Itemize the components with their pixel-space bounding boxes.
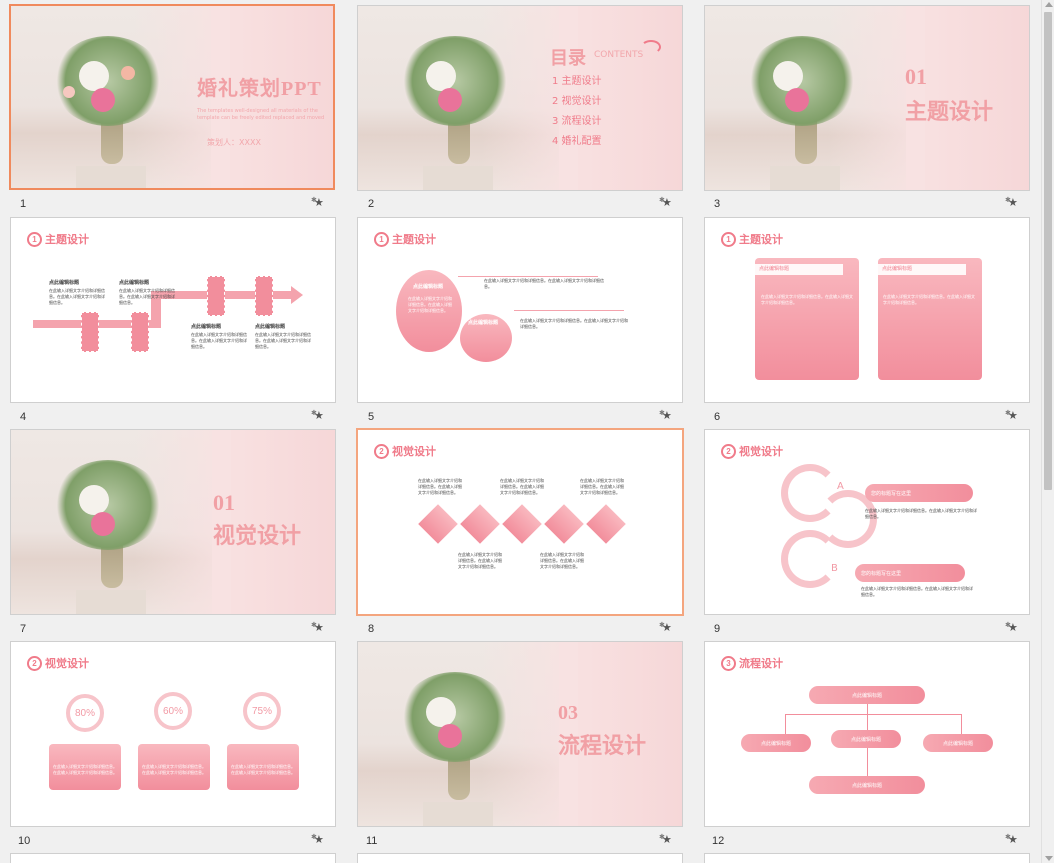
section-number-icon: 2 — [721, 443, 736, 459]
scrollbar-thumb[interactable] — [1044, 12, 1052, 490]
slide-number: 11 — [366, 835, 378, 847]
slide-thumbnail-8[interactable]: 2 视觉设计 在此输入详细文字介绍和详细信息。在此输入详细文字介绍和详细信息。 … — [356, 428, 684, 616]
section-number: 01 — [213, 490, 235, 515]
slide-number: 10 — [18, 835, 31, 847]
slide-thumbnail-2[interactable]: 目录 CONTENTS 1 主题设计 2 视觉设计 3 流程设计 4 婚礼配置 — [357, 5, 683, 191]
slide-thumbnail-15[interactable] — [704, 853, 1030, 863]
transition-star-icon[interactable]: ★ — [311, 196, 324, 209]
slide-thumbnail-4[interactable]: 1 主题设计 点此编辑标题 在此输入详细文字介绍和详细信息。在此输入详细文字介绍… — [10, 217, 336, 403]
slide-thumbnail-6[interactable]: 1 主题设计 点此编辑标题 点此编辑标题 在此输入详细文字介绍和详细信息。在此输… — [704, 217, 1030, 403]
toc-item: 3 流程设计 — [552, 116, 602, 127]
slide-thumbnail-7[interactable]: 01 视觉设计 — [10, 429, 336, 615]
slide-number: 1 — [20, 198, 27, 210]
slide-thumbnail-3[interactable]: 01 主题设计 — [704, 5, 1030, 191]
slide-number: 8 — [368, 623, 375, 635]
slide-number: 5 — [368, 411, 375, 423]
scroll-up-arrow-icon[interactable] — [1045, 2, 1053, 7]
section-title: 视觉设计 — [45, 657, 89, 670]
section-title: 视觉设计 — [392, 445, 436, 458]
slide-thumbnail-1[interactable]: 婚礼策划PPT The templates well-designed all … — [9, 4, 335, 190]
section-title: 视觉设计 — [213, 523, 302, 548]
percent-ring: 75% — [243, 692, 281, 730]
toc-item: 1 主题设计 — [552, 76, 602, 87]
section-title: 主题设计 — [739, 233, 783, 246]
scroll-down-arrow-icon[interactable] — [1045, 856, 1053, 861]
section-title: 流程设计 — [739, 657, 783, 670]
toc-item: 2 视觉设计 — [552, 96, 602, 107]
transition-star-icon[interactable]: ★ — [1005, 621, 1018, 634]
toc-item: 4 婚礼配置 — [552, 136, 602, 147]
section-title: 主题设计 — [392, 233, 436, 246]
transition-star-icon[interactable]: ★ — [1005, 833, 1018, 846]
slide-number: 4 — [20, 411, 27, 423]
slide-title: 婚礼策划PPT — [197, 78, 322, 100]
slide-number: 6 — [714, 411, 721, 423]
vertical-scrollbar[interactable] — [1041, 0, 1054, 863]
slide-number: 2 — [368, 198, 375, 210]
planner-text: 策划人：XXXX — [207, 138, 261, 147]
transition-star-icon[interactable]: ★ — [659, 621, 672, 634]
percent-ring: 80% — [66, 694, 104, 732]
slide-thumbnail-5[interactable]: 1 主题设计 点此编辑标题 在此输入详细文字介绍和详细信息。在此输入详细文字介绍… — [357, 217, 683, 403]
slide-thumbnail-10[interactable]: 2 视觉设计 80% 60% 75% 在此输入详细文字介绍和详细信息。在此输入详… — [10, 641, 336, 827]
section-title: 视觉设计 — [739, 445, 783, 458]
slide-subtitle: The templates well-designed all material… — [197, 108, 325, 121]
section-title: 主题设计 — [905, 99, 994, 124]
transition-star-icon[interactable]: ★ — [659, 196, 672, 209]
slide-thumbnail-13[interactable] — [10, 853, 336, 863]
slide-number: 12 — [712, 835, 725, 847]
section-number-icon: 2 — [27, 655, 42, 671]
toc-heading-en: CONTENTS — [594, 50, 644, 60]
slide-number: 3 — [714, 198, 721, 210]
slide-thumbnail-9[interactable]: 2 视觉设计 A B 您的标题写在这里 您的标题写在这里 在此输入详细文字介绍和… — [704, 429, 1030, 615]
transition-star-icon[interactable]: ★ — [1005, 409, 1018, 422]
slide-thumbnail-12[interactable]: 3 流程设计 点此编辑标题 点此编辑标题 点此编辑标题 点此编辑标题 点此编辑标… — [704, 641, 1030, 827]
slide-thumbnail-11[interactable]: 03 流程设计 — [357, 641, 683, 827]
section-number-icon: 2 — [374, 443, 389, 459]
section-number: 03 — [558, 702, 578, 724]
slide-sorter-panel: 婚礼策划PPT The templates well-designed all … — [0, 0, 1054, 863]
transition-star-icon[interactable]: ★ — [1005, 196, 1018, 209]
transition-star-icon[interactable]: ★ — [311, 409, 324, 422]
transition-star-icon[interactable]: ★ — [311, 833, 324, 846]
toc-heading: 目录 — [550, 48, 586, 68]
section-number-icon: 1 — [27, 231, 42, 247]
transition-star-icon[interactable]: ★ — [659, 409, 672, 422]
arc-decoration — [641, 40, 661, 54]
slide-thumbnail-14[interactable] — [357, 853, 683, 863]
section-number-icon: 1 — [374, 231, 389, 247]
section-number-icon: 1 — [721, 231, 736, 247]
section-number: 01 — [905, 64, 927, 89]
section-title: 流程设计 — [558, 733, 647, 758]
section-title: 主题设计 — [45, 233, 89, 246]
slide-number: 7 — [20, 623, 27, 635]
section-number-icon: 3 — [721, 655, 736, 671]
percent-ring: 60% — [154, 692, 192, 730]
slide-number: 9 — [714, 623, 721, 635]
transition-star-icon[interactable]: ★ — [311, 621, 324, 634]
transition-star-icon[interactable]: ★ — [659, 833, 672, 846]
